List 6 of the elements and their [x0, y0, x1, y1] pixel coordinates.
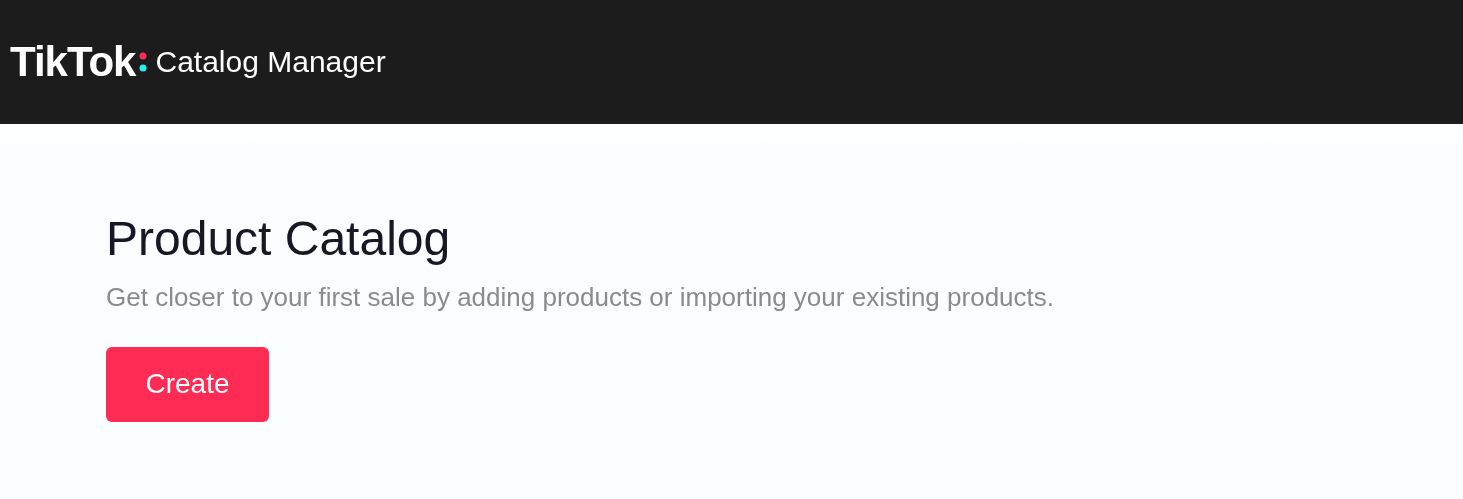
- page-subtitle: Get closer to your first sale by adding products or importing your existing products.: [106, 281, 1055, 313]
- app-name: Catalog Manager: [155, 47, 386, 77]
- create-button[interactable]: Create: [106, 346, 269, 422]
- dots-icon: [139, 51, 148, 73]
- brand-logo: TikTok: [10, 41, 136, 83]
- page-title: Product Catalog: [106, 211, 452, 267]
